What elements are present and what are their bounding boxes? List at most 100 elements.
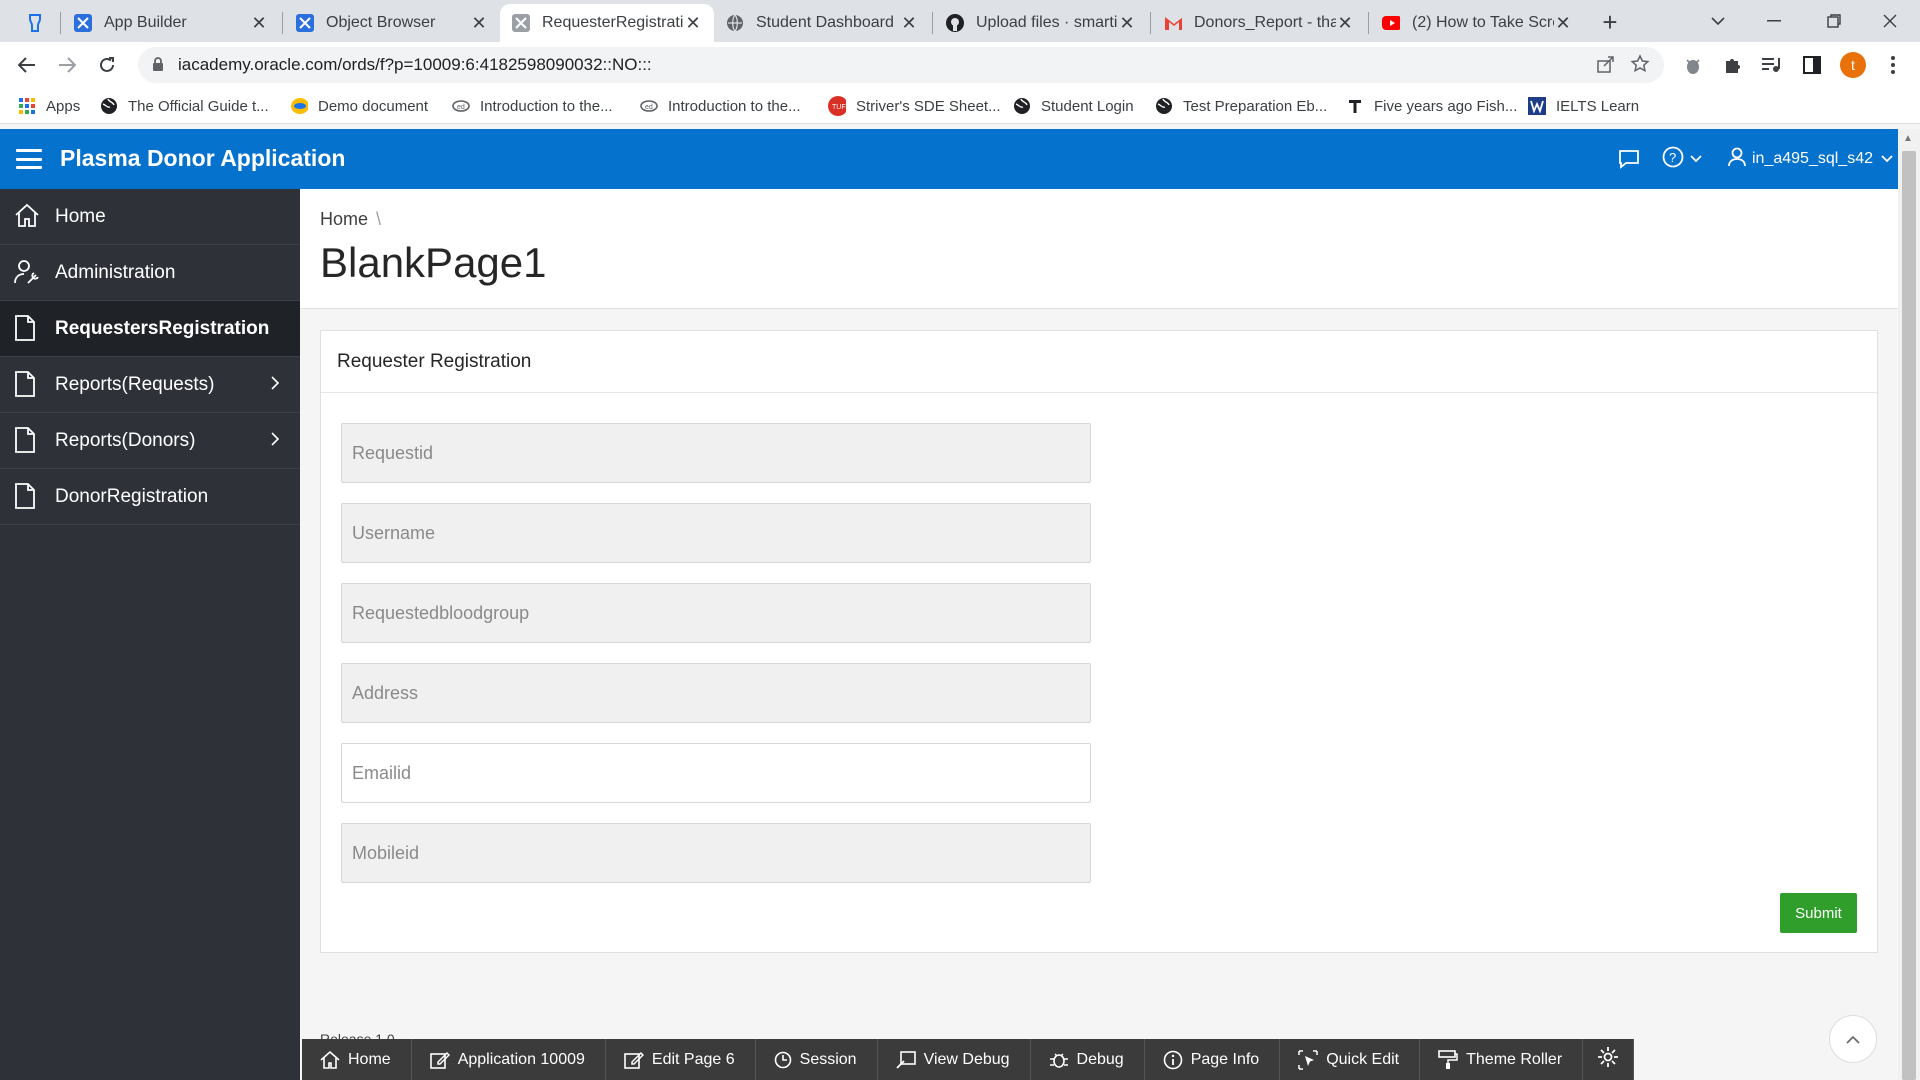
browser-toolbar: iacademy.oracle.com/ords/f?p=10009:6:418… bbox=[0, 42, 1920, 88]
share-icon[interactable] bbox=[1596, 55, 1616, 78]
tab-pinned[interactable] bbox=[14, 4, 58, 42]
chevron-down-icon bbox=[1881, 150, 1893, 168]
bookmark-item[interactable]: Student Login bbox=[1013, 88, 1134, 124]
sidebar-item-requestersregistration[interactable]: RequestersRegistration bbox=[0, 301, 300, 357]
chevron-right-icon[interactable] bbox=[270, 431, 280, 453]
bookmark-item[interactable]: Five years ago Fish... bbox=[1346, 88, 1517, 124]
tuf-icon: TUF bbox=[828, 96, 846, 116]
scrollbar-thumb[interactable] bbox=[1902, 151, 1916, 1080]
edit-icon bbox=[624, 1051, 644, 1069]
bookmark-item[interactable]: ed Introduction to the... bbox=[640, 88, 801, 124]
extension-bug-icon[interactable] bbox=[1676, 48, 1710, 82]
paint-roller-icon bbox=[1438, 1049, 1458, 1070]
bookmark-star-icon[interactable] bbox=[1630, 54, 1650, 79]
feedback-icon[interactable] bbox=[1618, 145, 1640, 173]
bookmark-apps[interactable]: Apps bbox=[18, 88, 80, 124]
breadcrumb-home-link[interactable]: Home bbox=[320, 209, 368, 229]
globe-icon bbox=[100, 97, 118, 115]
user-menu[interactable]: in_a495_sql_s42 bbox=[1728, 145, 1893, 173]
back-icon[interactable] bbox=[10, 48, 44, 82]
page-scrollbar[interactable]: ▲ bbox=[1898, 129, 1920, 1080]
bookmark-item[interactable]: Test Preparation Eb... bbox=[1155, 88, 1327, 124]
devbar-theme-roller[interactable]: Theme Roller bbox=[1420, 1039, 1584, 1080]
sidebar-item-label: DonorRegistration bbox=[55, 485, 209, 507]
doc-circle-icon bbox=[290, 97, 308, 115]
emailid-field[interactable] bbox=[341, 743, 1091, 803]
reload-icon[interactable] bbox=[90, 48, 124, 82]
address-field[interactable] bbox=[341, 663, 1091, 723]
window-close-icon[interactable] bbox=[1862, 0, 1918, 42]
devbar-application[interactable]: Application 10009 bbox=[412, 1039, 606, 1080]
scroll-up-icon[interactable]: ▲ bbox=[1903, 133, 1913, 144]
address-bar[interactable]: iacademy.oracle.com/ords/f?p=10009:6:418… bbox=[138, 47, 1664, 83]
restore-icon[interactable] bbox=[1806, 0, 1862, 42]
tab-upload-files[interactable]: Upload files · smartir ✕ bbox=[934, 4, 1148, 42]
bookmark-item[interactable]: The Official Guide t... bbox=[100, 88, 269, 124]
new-tab-button[interactable]: + bbox=[1592, 4, 1628, 40]
close-icon[interactable]: ✕ bbox=[1336, 13, 1354, 34]
kebab-menu-icon[interactable] bbox=[1876, 48, 1910, 82]
bookmark-label: Five years ago Fish... bbox=[1374, 97, 1518, 115]
close-icon[interactable]: ✕ bbox=[1554, 13, 1572, 34]
devbar-page-info[interactable]: Page Info bbox=[1145, 1039, 1281, 1080]
tab-object-browser[interactable]: Object Browser ✕ bbox=[284, 4, 500, 42]
puzzle-icon[interactable] bbox=[1716, 48, 1750, 82]
sidebar-item-administration[interactable]: Administration bbox=[0, 245, 300, 301]
bookmark-item[interactable]: TUF Striver's SDE Sheet... bbox=[828, 88, 1001, 124]
profile-avatar[interactable]: t bbox=[1840, 52, 1866, 78]
chevron-right-icon[interactable] bbox=[270, 375, 280, 397]
devbar-debug[interactable]: Debug bbox=[1031, 1039, 1145, 1080]
devbar-home[interactable]: Home bbox=[302, 1039, 412, 1080]
w-icon bbox=[1528, 97, 1546, 115]
tab-donors-report[interactable]: Donors_Report - tha ✕ bbox=[1152, 4, 1366, 42]
sidebar-item-donorregistration[interactable]: DonorRegistration bbox=[0, 469, 300, 525]
username-field[interactable] bbox=[341, 503, 1091, 563]
home-icon bbox=[320, 1050, 340, 1069]
lock-icon bbox=[152, 56, 164, 77]
bookmark-item[interactable]: Demo document bbox=[290, 88, 428, 124]
submit-button[interactable]: Submit bbox=[1780, 893, 1857, 933]
close-icon[interactable]: ✕ bbox=[250, 13, 268, 34]
tab-youtube[interactable]: (2) How to Take Scre ✕ bbox=[1370, 4, 1584, 42]
close-icon[interactable]: ✕ bbox=[1118, 13, 1136, 34]
bookmark-label: Introduction to the... bbox=[668, 97, 801, 115]
bookmark-label: IELTS Learn bbox=[1556, 97, 1640, 115]
sidebar-item-label: Reports(Donors) bbox=[55, 429, 196, 451]
side-panel-icon[interactable] bbox=[1795, 48, 1829, 82]
sidebar-item-reports-donors[interactable]: Reports(Donors) bbox=[0, 413, 300, 469]
bookmark-item[interactable]: ed Introduction to the... bbox=[452, 88, 613, 124]
bug-icon bbox=[1049, 1051, 1069, 1069]
tab-requester-registration[interactable]: RequesterRegistratic ✕ bbox=[500, 4, 714, 42]
close-icon[interactable]: ✕ bbox=[900, 13, 918, 34]
tab-app-builder[interactable]: App Builder ✕ bbox=[62, 4, 280, 42]
devbar-label: View Debug bbox=[923, 1050, 1010, 1068]
tab-search-icon[interactable] bbox=[1690, 0, 1746, 42]
close-icon[interactable]: ✕ bbox=[684, 13, 702, 34]
requestid-field[interactable] bbox=[341, 423, 1091, 483]
gear-icon bbox=[1597, 1046, 1619, 1073]
devbar-quick-edit[interactable]: Quick Edit bbox=[1280, 1039, 1421, 1080]
url-text: iacademy.oracle.com/ords/f?p=10009:6:418… bbox=[178, 55, 652, 74]
devbar-label: Application 10009 bbox=[457, 1050, 585, 1068]
requestedbloodgroup-field[interactable] bbox=[341, 583, 1091, 643]
scroll-to-top-button[interactable] bbox=[1829, 1015, 1877, 1063]
mobileid-field[interactable] bbox=[341, 823, 1091, 883]
tab-student-dashboard[interactable]: Student Dashboard ✕ bbox=[714, 4, 930, 42]
help-menu[interactable]: ? bbox=[1662, 145, 1702, 173]
bookmark-item[interactable]: IELTS Learn bbox=[1528, 88, 1639, 124]
close-icon[interactable]: ✕ bbox=[470, 13, 488, 34]
hamburger-menu-icon[interactable] bbox=[14, 145, 44, 173]
devbar-session[interactable]: Session bbox=[756, 1039, 878, 1080]
sidebar-item-reports-requests[interactable]: Reports(Requests) bbox=[0, 357, 300, 413]
devbar-edit-page[interactable]: Edit Page 6 bbox=[606, 1039, 756, 1080]
apex-x-icon bbox=[296, 14, 314, 32]
forward-icon[interactable] bbox=[50, 48, 84, 82]
devbar-view-debug[interactable]: View Debug bbox=[878, 1039, 1031, 1080]
tab-title: Upload files · smartir bbox=[976, 14, 1118, 31]
app-title[interactable]: Plasma Donor Application bbox=[60, 145, 345, 172]
devbar-settings[interactable] bbox=[1583, 1039, 1635, 1080]
t-icon bbox=[1346, 97, 1364, 115]
sidebar-item-home[interactable]: Home bbox=[0, 189, 300, 245]
media-control-icon[interactable] bbox=[1754, 48, 1788, 82]
minimize-icon[interactable] bbox=[1746, 0, 1802, 42]
